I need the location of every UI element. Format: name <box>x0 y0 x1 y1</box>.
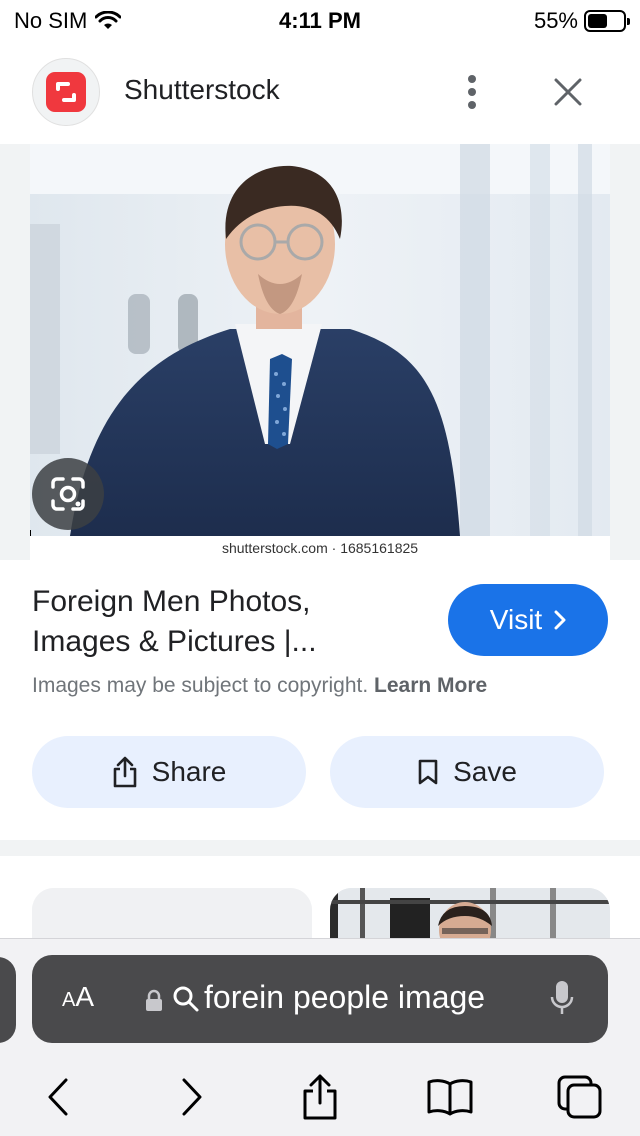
result-header: Shutterstock <box>0 56 640 128</box>
battery-icon <box>584 10 630 32</box>
lock-icon <box>146 989 162 1011</box>
microphone-icon[interactable] <box>550 979 574 1017</box>
browser-share-button[interactable] <box>292 1069 348 1125</box>
visit-button[interactable]: Visit <box>448 584 608 656</box>
result-image[interactable]: shutterstock.com · 1685161825 <box>30 144 610 560</box>
reader-options-button[interactable]: AA <box>62 981 94 1013</box>
share-label: Share <box>151 756 227 787</box>
status-right: 55% <box>533 8 630 34</box>
close-icon <box>554 78 582 106</box>
image-watermark: shutterstock.com · 1685161825 <box>30 536 610 560</box>
status-bar: No SIM 4:11 PM 55% <box>0 0 640 42</box>
section-divider <box>0 840 640 856</box>
lens-icon <box>51 477 85 511</box>
share-icon <box>113 756 136 788</box>
chevron-right-icon <box>182 1078 202 1116</box>
learn-more-link[interactable]: Learn More <box>374 674 487 697</box>
tabs-button[interactable] <box>552 1069 608 1125</box>
site-name[interactable]: Shutterstock <box>124 74 280 106</box>
more-options-button[interactable] <box>450 68 494 116</box>
result-title-line-1: Foreign Men Photos, <box>32 585 311 618</box>
photo-illustration <box>30 144 610 560</box>
tabs-icon <box>557 1075 602 1119</box>
back-button[interactable] <box>30 1069 86 1125</box>
bookmarks-button[interactable] <box>422 1069 478 1125</box>
search-icon <box>173 986 199 1012</box>
share-icon <box>303 1074 337 1120</box>
battery-percent: 55% <box>533 8 578 33</box>
browser-toolbar: AA forein people image <box>0 938 640 1136</box>
site-favicon[interactable] <box>32 58 100 126</box>
address-bar[interactable]: AA forein people image <box>32 955 608 1043</box>
battery-fill <box>588 14 607 28</box>
chevron-right-icon <box>554 610 566 630</box>
copyright-text: Images may be subject to copyright. <box>32 674 369 697</box>
save-button[interactable]: Save <box>330 736 604 808</box>
close-button[interactable] <box>544 68 592 116</box>
more-vert-icon <box>468 75 476 109</box>
shutterstock-logo-icon <box>46 72 86 112</box>
google-lens-button[interactable] <box>32 458 104 530</box>
aa-large: A <box>75 981 95 1012</box>
battery-tip <box>627 18 630 25</box>
result-title-line-2: Images & Pictures |... <box>32 625 317 658</box>
image-preview-area: shutterstock.com · 1685161825 <box>0 144 640 560</box>
forward-button[interactable] <box>164 1069 220 1125</box>
result-title[interactable]: Foreign Men Photos, Images & Pictures |.… <box>32 582 432 662</box>
copyright-notice: Images may be subject to copyright. Lear… <box>32 674 487 698</box>
chevron-left-icon <box>48 1078 68 1116</box>
address-text: forein people image <box>204 979 486 1015</box>
book-icon <box>427 1079 473 1116</box>
visit-label: Visit <box>489 604 543 635</box>
bookmark-icon <box>418 759 438 785</box>
aa-small: A <box>62 989 76 1011</box>
save-label: Save <box>453 756 517 787</box>
previous-tab-preview[interactable] <box>0 957 16 1043</box>
share-button[interactable]: Share <box>32 736 306 808</box>
